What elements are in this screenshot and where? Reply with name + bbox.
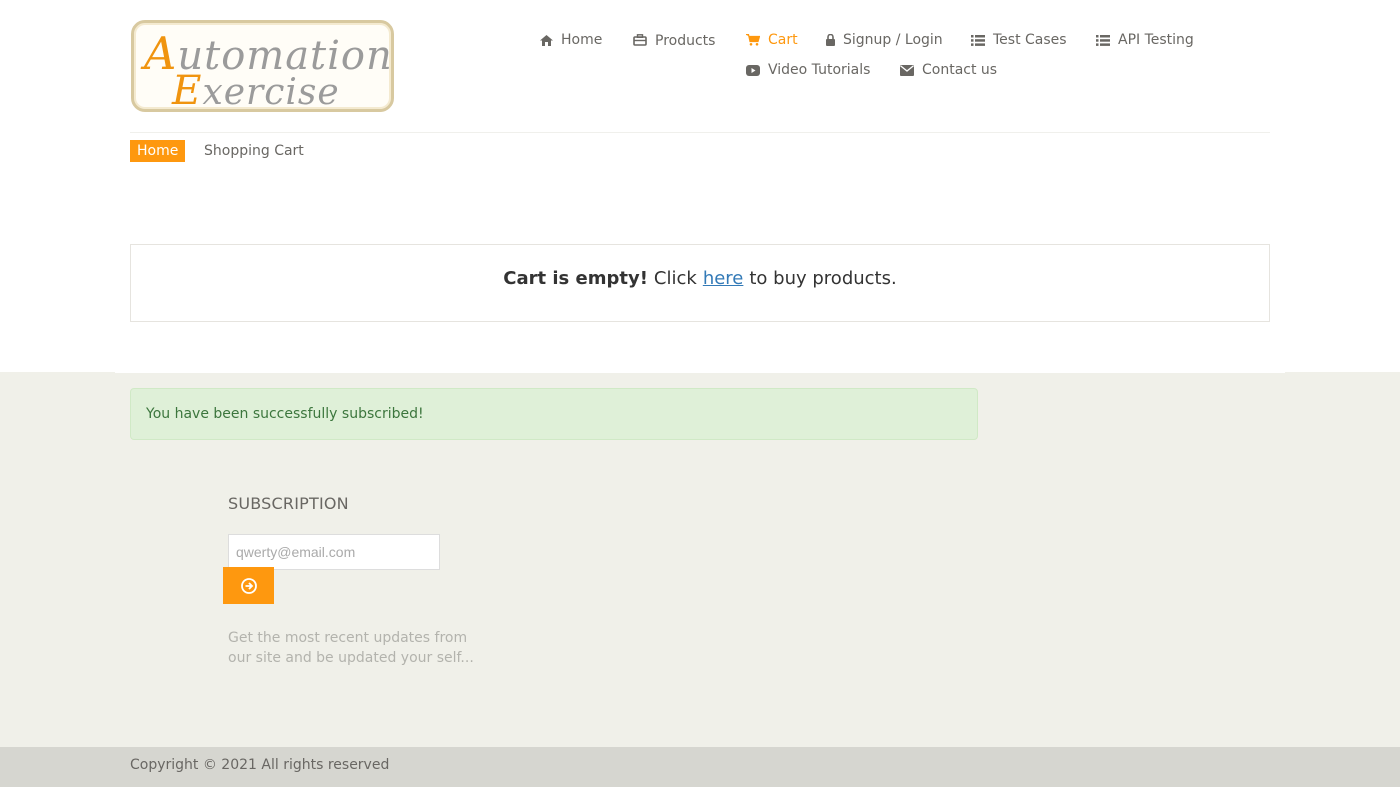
lock-icon	[826, 34, 835, 46]
nav-contact-us[interactable]: Contact us	[900, 62, 997, 78]
nav-products-label: Products	[655, 33, 716, 49]
subscription-description: Get the most recent updates from our sit…	[228, 630, 474, 666]
site-logo[interactable]: Automation Exercise	[131, 20, 394, 114]
nav-signup-login[interactable]: Signup / Login	[826, 32, 943, 48]
cart-icon	[746, 34, 760, 46]
subscription-title: SUBSCRIPTION	[228, 494, 349, 513]
breadcrumb-current: Shopping Cart	[204, 143, 304, 159]
success-alert: You have been successfully subscribed!	[130, 388, 978, 440]
nav-api-testing[interactable]: API Testing	[1096, 32, 1194, 48]
header: Automation Exercise Home Products Cart S…	[0, 0, 1400, 133]
logo-cap-e: E	[172, 67, 203, 114]
breadcrumb-home[interactable]: Home	[130, 140, 186, 162]
briefcase-icon	[633, 34, 647, 46]
footer-divider	[115, 372, 1285, 373]
copyright-text: Copyright © 2021 All rights reserved	[130, 757, 390, 773]
nav-cart-label: Cart	[768, 32, 798, 48]
youtube-play-icon	[746, 64, 760, 76]
nav-api-testing-label: API Testing	[1118, 32, 1194, 48]
nav-cart[interactable]: Cart	[746, 32, 798, 48]
nav-video-tutorials-label: Video Tutorials	[768, 62, 871, 78]
nav-products[interactable]: Products	[633, 32, 716, 49]
nav-test-cases-label: Test Cases	[993, 32, 1067, 48]
envelope-icon	[900, 64, 914, 76]
buy-products-link[interactable]: here	[703, 268, 744, 289]
nav-home[interactable]: Home	[540, 32, 602, 48]
empty-cart-title: Cart is empty!	[503, 267, 648, 289]
nav-video-tutorials[interactable]: Video Tutorials	[746, 62, 870, 78]
subscription-email-input[interactable]	[228, 534, 440, 570]
list-icon	[971, 34, 985, 46]
list-icon	[1096, 34, 1110, 46]
arrow-circle-right-icon	[240, 577, 257, 594]
empty-cart-message: Cart is empty! Click here to buy product…	[130, 244, 1270, 322]
home-icon	[540, 34, 553, 46]
subscribe-button[interactable]	[223, 567, 274, 604]
header-divider	[130, 132, 1270, 133]
logo-line2: xercise	[202, 72, 340, 113]
nav-test-cases[interactable]: Test Cases	[971, 32, 1067, 48]
empty-cart-suffix: to buy products.	[749, 267, 897, 289]
nav-home-label: Home	[561, 32, 603, 48]
nav-contact-label: Contact us	[922, 62, 998, 78]
nav-signup-label: Signup / Login	[843, 32, 943, 48]
empty-cart-click-text: Click	[653, 267, 697, 289]
